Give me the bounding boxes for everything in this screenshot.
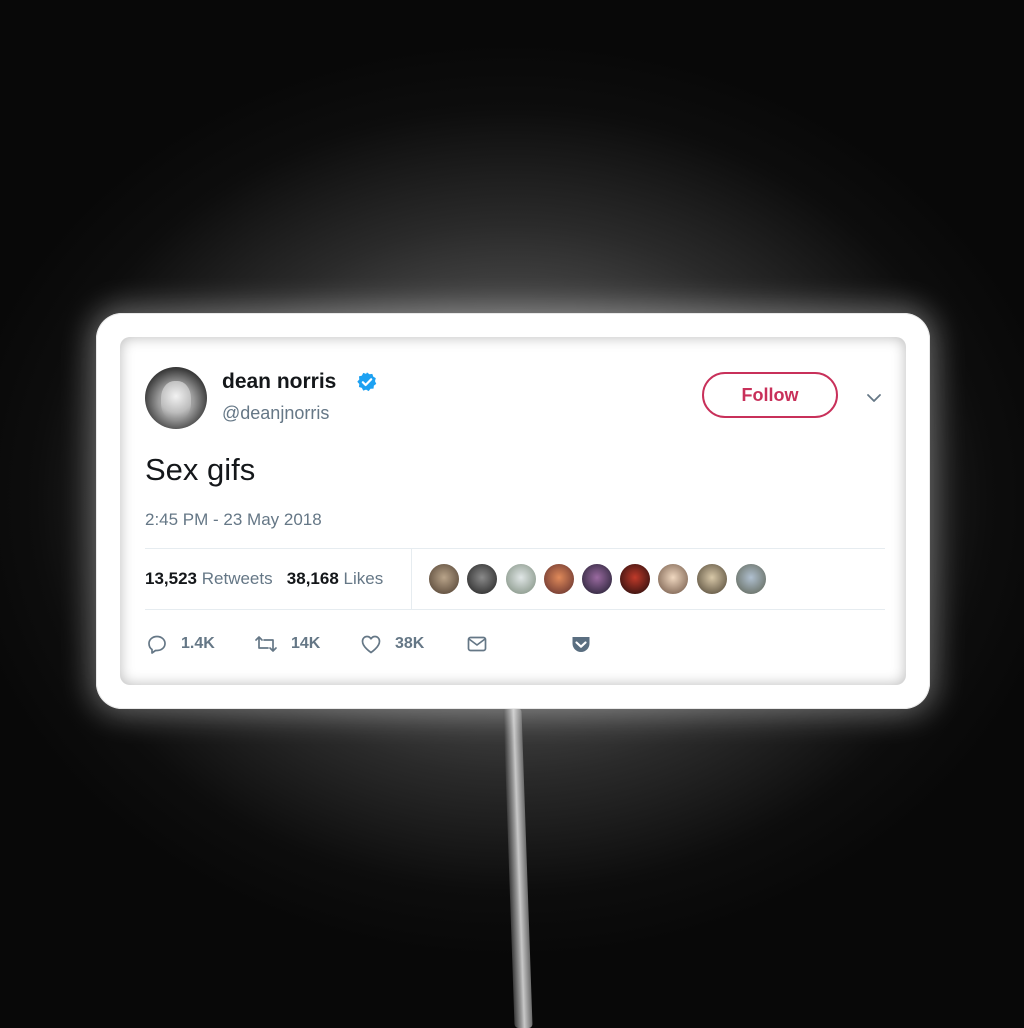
divider (145, 548, 885, 549)
reply-count: 1.4K (181, 635, 215, 652)
tweet-timestamp[interactable]: 2:45 PM - 23 May 2018 (145, 510, 322, 530)
liker-avatar[interactable] (657, 563, 689, 595)
verified-badge-icon (357, 372, 377, 392)
likes-count[interactable]: 38,168 (287, 569, 339, 588)
liker-avatar[interactable] (466, 563, 498, 595)
liker-avatar[interactable] (581, 563, 613, 595)
message-action[interactable] (465, 630, 501, 658)
chevron-down-icon[interactable] (864, 388, 884, 408)
liker-avatar[interactable] (543, 563, 575, 595)
retweets-count[interactable]: 13,523 (145, 569, 197, 588)
like-count: 38K (395, 635, 425, 652)
stats-divider (411, 548, 412, 609)
pocket-icon (572, 637, 590, 652)
retweet-count: 14K (291, 635, 321, 652)
liker-avatar[interactable] (696, 563, 728, 595)
liker-avatar[interactable] (428, 563, 460, 595)
tweet-text: Sex gifs (145, 452, 256, 487)
liker-avatar[interactable] (505, 563, 537, 595)
sign-cable (503, 708, 533, 1028)
follow-button[interactable]: Follow (702, 372, 838, 418)
like-icon (361, 635, 381, 654)
liker-avatar[interactable] (619, 563, 651, 595)
retweet-action[interactable]: 14K (253, 630, 320, 658)
reply-icon (148, 635, 166, 654)
liker-avatar[interactable] (735, 563, 767, 595)
like-action[interactable]: 38K (359, 630, 424, 658)
retweet-icon (255, 636, 277, 652)
display-name[interactable]: dean norris (222, 370, 336, 394)
message-icon (467, 636, 487, 652)
avatar-face (161, 381, 191, 419)
retweets-label[interactable]: Retweets (202, 569, 273, 588)
pocket-action[interactable] (569, 630, 605, 658)
likes-label[interactable]: Likes (344, 569, 384, 588)
reply-action[interactable]: 1.4K (145, 630, 215, 658)
user-handle[interactable]: @deanjnorris (222, 403, 329, 424)
avatar[interactable] (145, 367, 207, 429)
divider (145, 609, 885, 610)
engagement-stats: 13,523 Retweets 38,168 Likes (145, 569, 383, 589)
